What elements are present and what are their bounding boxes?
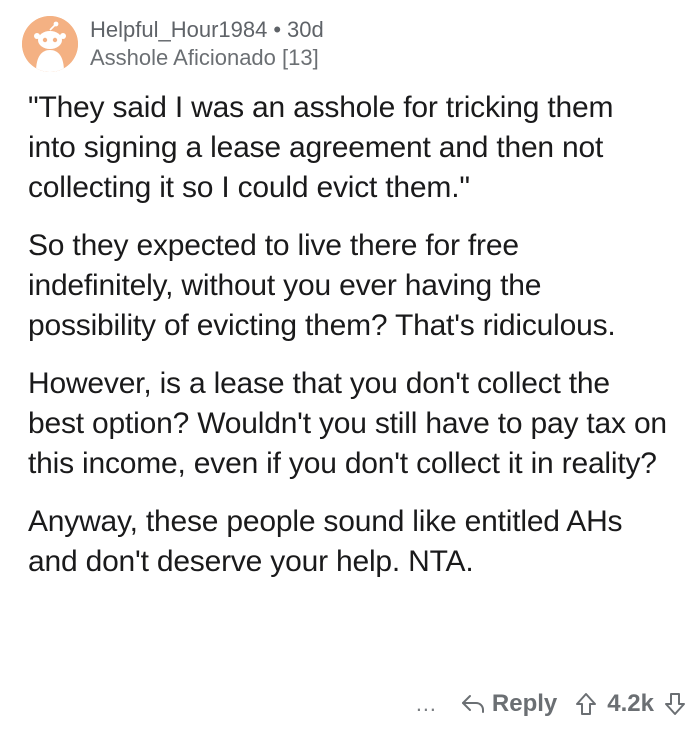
more-options-icon[interactable]: … [415,693,438,715]
comment-paragraph-2: So they expected to live there for free … [28,229,616,342]
avatar[interactable] [22,16,78,72]
comment: Helpful_Hour1984 • 30d Asshole Aficionado … [0,0,700,730]
comment-header: Helpful_Hour1984 • 30d Asshole Aficionado … [22,14,324,74]
comment-meta: Helpful_Hour1984 • 30d Asshole Aficionado … [90,17,324,71]
downvote-arrow-icon [665,693,685,715]
vote-score: 4.2k [607,690,654,717]
snoo-avatar-icon [22,16,78,72]
upvote-arrow-icon [576,693,597,715]
downvote-button[interactable] [664,692,686,716]
reply-arrow-icon [461,695,484,713]
comment-paragraph-4: Anyway, these people sound like entitled… [28,505,623,578]
comment-actions: … Reply 4.2k [415,686,686,722]
upvote-button[interactable] [575,692,597,716]
comment-paragraph-1: "They said I was an asshole for tricking… [28,91,614,204]
comment-body: "They said I was an asshole for tricking… [28,88,668,600]
comment-age: 30d [287,17,324,42]
reply-label: Reply [491,690,558,717]
reply-button[interactable]: Reply [460,690,557,718]
meta-line: Helpful_Hour1984 • 30d [90,17,324,43]
user-flair: Asshole Aficionado [13] [90,45,319,70]
vote-controls: 4.2k [575,690,686,718]
author-name[interactable]: Helpful_Hour1984 [90,17,267,42]
meta-separator: • [273,17,282,42]
comment-paragraph-3: However, is a lease that you don't colle… [28,367,667,480]
